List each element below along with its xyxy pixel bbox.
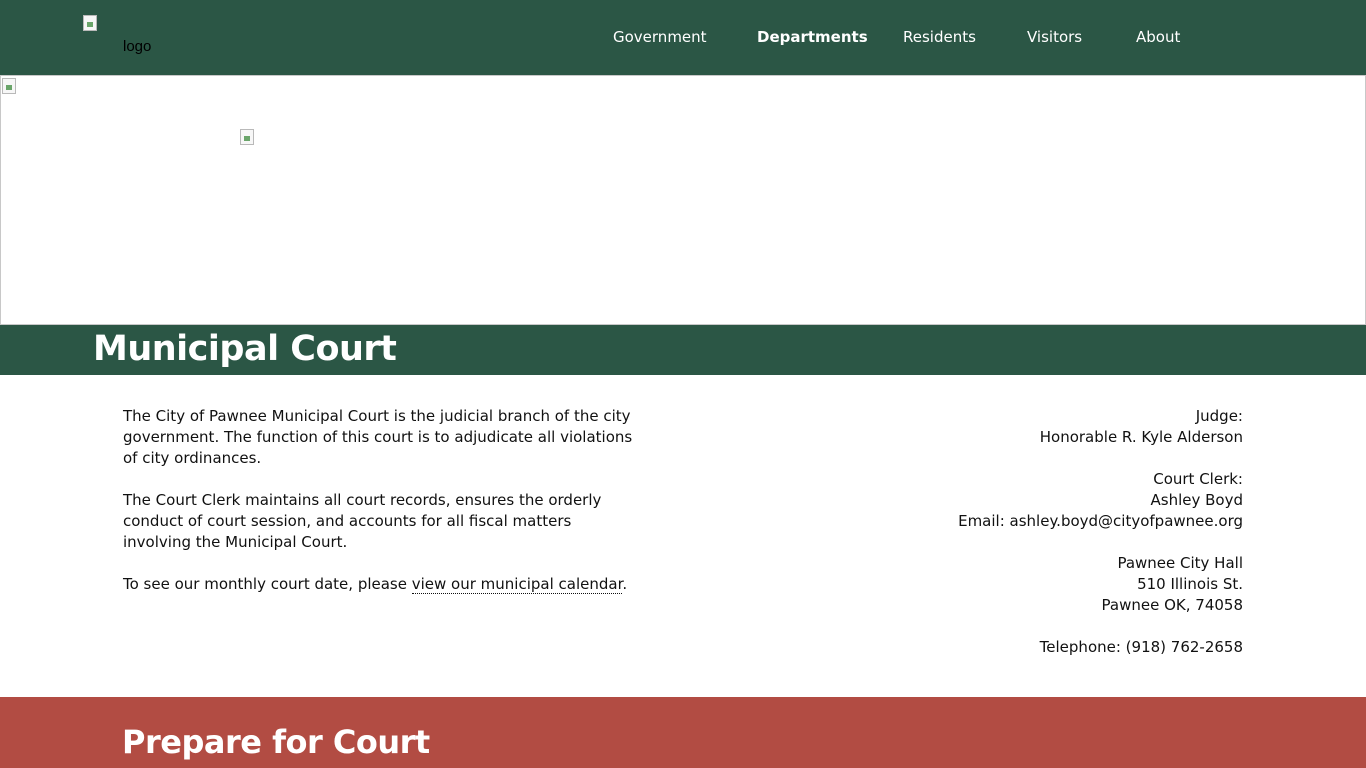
nav-item-visitors[interactable]: Visitors: [1027, 28, 1082, 46]
broken-image-icon: [240, 129, 254, 145]
judge-name: Honorable R. Kyle Alderson: [1039, 428, 1243, 446]
calendar-paragraph: To see our monthly court date, please vi…: [123, 574, 643, 595]
judge-block: Judge: Honorable R. Kyle Alderson: [823, 406, 1243, 448]
prepare-title: Prepare for Court: [122, 723, 430, 761]
title-band: Municipal Court: [0, 325, 1366, 375]
address-line: Pawnee City Hall: [1117, 554, 1243, 572]
municipal-calendar-link[interactable]: view our municipal calendar: [411, 575, 623, 594]
address-line: 510 Illinois St.: [1137, 575, 1243, 593]
calendar-prefix: To see our monthly court date, please: [123, 575, 412, 593]
address-block: Pawnee City Hall 510 Illinois St. Pawnee…: [823, 553, 1243, 616]
telephone: Telephone: (918) 762-2658: [1039, 638, 1243, 656]
clerk-block: Court Clerk: Ashley Boyd Email: ashley.b…: [823, 469, 1243, 532]
contact-info: Judge: Honorable R. Kyle Alderson Court …: [823, 406, 1243, 679]
broken-image-icon: [2, 78, 16, 94]
main-nav: Government Departments Residents Visitor…: [0, 0, 1366, 75]
site-header: logo Government Departments Residents Vi…: [0, 0, 1366, 75]
intro-paragraph: The City of Pawnee Municipal Court is th…: [123, 407, 633, 467]
nav-item-departments[interactable]: Departments: [757, 28, 868, 46]
nav-item-residents[interactable]: Residents: [903, 28, 976, 46]
clerk-label: Court Clerk:: [1153, 470, 1243, 488]
intro-paragraph: The Court Clerk maintains all court reco…: [123, 491, 602, 551]
address-line: Pawnee OK, 74058: [1101, 596, 1243, 614]
judge-label: Judge:: [1195, 407, 1243, 425]
intro-section: The City of Pawnee Municipal Court is th…: [123, 406, 643, 616]
page-title: Municipal Court: [93, 329, 397, 369]
telephone-block: Telephone: (918) 762-2658: [823, 637, 1243, 658]
nav-item-about[interactable]: About: [1136, 28, 1180, 46]
clerk-name: Ashley Boyd: [1150, 491, 1244, 509]
clerk-email: Email: ashley.boyd@cityofpawnee.org: [958, 512, 1243, 530]
prepare-section: Prepare for Court: [0, 697, 1366, 768]
hero-banner: [0, 75, 1366, 325]
nav-item-government[interactable]: Government: [613, 28, 707, 46]
calendar-suffix: .: [622, 575, 628, 593]
